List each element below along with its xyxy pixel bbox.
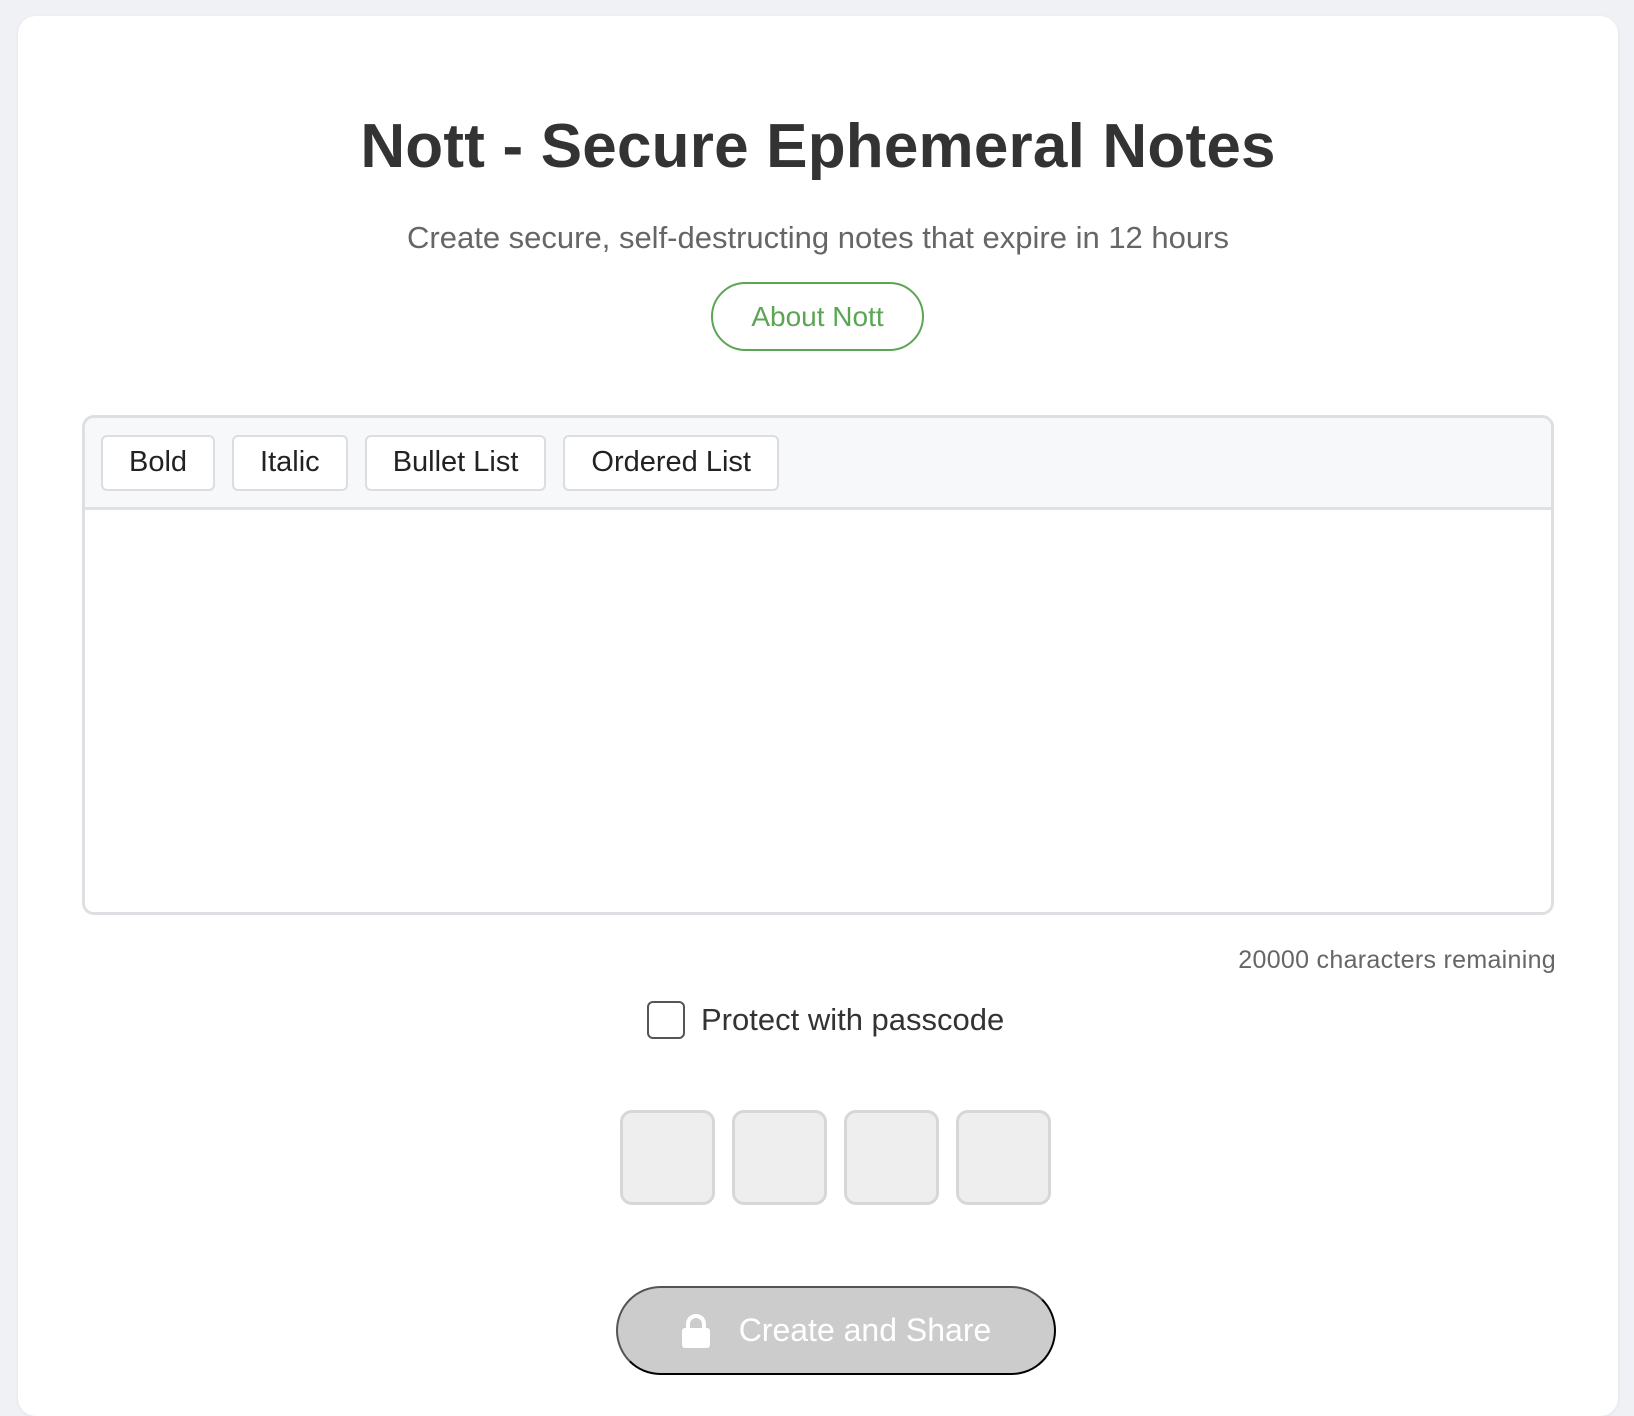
note-content-area[interactable] [85, 510, 1551, 912]
passcode-inputs [620, 1110, 1051, 1205]
editor-toolbar: Bold Italic Bullet List Ordered List [85, 418, 1551, 510]
lock-icon [681, 1313, 711, 1348]
passcode-digit-1[interactable] [620, 1110, 715, 1205]
bullet-list-button[interactable]: Bullet List [364, 434, 547, 491]
passcode-toggle-label: Protect with passcode [701, 1002, 1005, 1037]
create-and-share-label: Create and Share [738, 1312, 992, 1348]
passcode-digit-4[interactable] [956, 1110, 1051, 1205]
bold-button[interactable]: Bold [101, 434, 216, 491]
create-and-share-button[interactable]: Create and Share [616, 1286, 1056, 1375]
about-nott-button[interactable]: About Nott [711, 282, 924, 351]
page-title: Nott - Secure Ephemeral Notes [360, 112, 1276, 181]
note-editor: Bold Italic Bullet List Ordered List [82, 415, 1554, 915]
characters-remaining: 20000 characters remaining [1238, 946, 1556, 974]
main-card: Nott - Secure Ephemeral Notes Create sec… [18, 16, 1618, 1416]
page-subtitle: Create secure, self-destructing notes th… [407, 220, 1229, 255]
passcode-toggle[interactable]: Protect with passcode [647, 1001, 1004, 1039]
passcode-checkbox[interactable] [647, 1001, 685, 1039]
passcode-digit-3[interactable] [844, 1110, 939, 1205]
ordered-list-button[interactable]: Ordered List [563, 434, 779, 491]
italic-button[interactable]: Italic [232, 434, 348, 491]
passcode-digit-2[interactable] [732, 1110, 827, 1205]
